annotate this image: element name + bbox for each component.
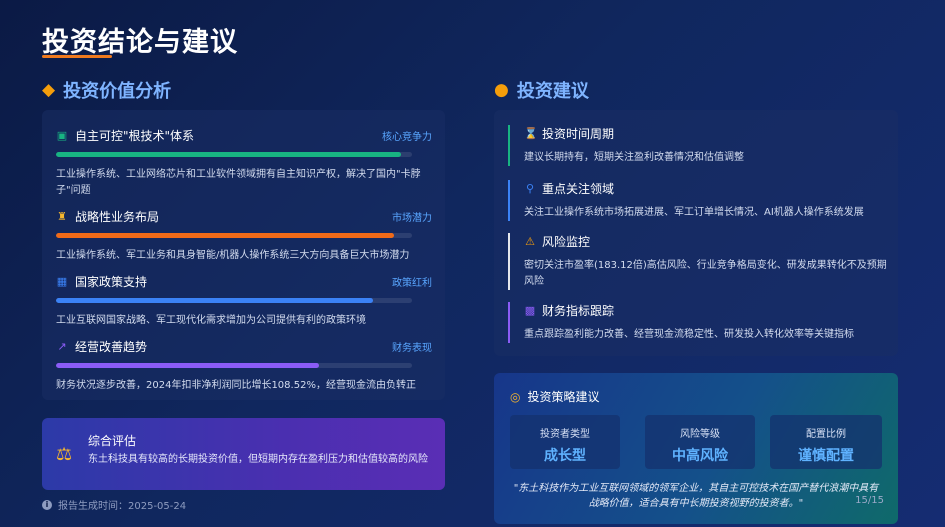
advice-item: ⌛ 投资时间周期 建议长期持有，短期关注盈利改善情况和估值调整: [508, 125, 888, 166]
overall-assessment-card: ⚖ 综合评估 东土科技具有较高的长期投资价值，但短期内存在盈利压力和估值较高的风…: [42, 418, 445, 490]
assessment-title: 综合评估: [88, 434, 137, 448]
section-title: 投资建议: [516, 81, 589, 102]
box-value: 谨慎配置: [798, 448, 854, 464]
advice-item: ⚠ 风险监控 密切关注市盈率(183.12倍)高估风险、行业竞争格局变化、研发成果…: [508, 233, 888, 290]
item-description: 工业操作系统、军工业务和具身智能/机器人操作系统三大方向具备巨大市场潜力: [56, 250, 410, 261]
lightbulb-icon: ●: [494, 80, 509, 100]
item-title: 经营改善趋势: [75, 340, 148, 354]
box-value: 成长型: [544, 448, 586, 464]
risk-level-box: 风险等级 中高风险: [645, 415, 755, 469]
item-title: 自主可控"根技术"体系: [75, 129, 195, 143]
progress-track: [56, 298, 412, 303]
progress-track: [56, 233, 412, 238]
gem-icon: ◆: [42, 80, 56, 100]
item-tag: 核心竞争力: [382, 132, 432, 143]
advice-description: 关注工业操作系统市场拓展进展、军工订单增长情况、AI机器人操作系统发展: [524, 207, 864, 218]
trend-chart-icon: ↗: [57, 340, 67, 353]
warning-icon: ⚠: [525, 235, 535, 248]
page-number: 15/15: [855, 495, 884, 506]
value-item: ▣ 自主可控"根技术"体系 核心竞争力 工业操作系统、工业网络芯片和工业软件领域拥…: [56, 127, 432, 199]
item-title: 战略性业务布局: [75, 210, 160, 224]
item-tag: 市场潜力: [392, 213, 432, 224]
progress-fill: [56, 363, 320, 368]
progress-track: [56, 363, 412, 368]
advice-title: 财务指标跟踪: [542, 304, 615, 318]
item-description: 工业操作系统、工业网络芯片和工业软件领域拥有自主知识产权，解决了国内"卡脖子"问…: [56, 169, 421, 196]
section-investment-advice: ● 投资建议: [494, 77, 589, 103]
advice-item: ▩ 财务指标跟踪 重点跟踪盈利能力改善、经营现金流稳定性、研发投入转化效率等关键指…: [508, 302, 888, 343]
bar-chart-icon: ▩: [524, 304, 536, 317]
item-tag: 财务表现: [392, 343, 432, 354]
chess-icon: ♜: [57, 210, 67, 223]
box-label: 配置比例: [806, 429, 846, 440]
progress-fill: [56, 152, 402, 157]
assessment-text: 东土科技具有较高的长期投资价值，但短期内存在盈利压力和估值较高的风险: [88, 454, 428, 465]
value-item: ♜ 战略性业务布局 市场潜力 工业操作系统、军工业务和具身智能/机器人操作系统三大…: [56, 208, 432, 264]
advice-description: 建议长期持有，短期关注盈利改善情况和估值调整: [524, 152, 744, 163]
chip-icon: ▣: [56, 129, 68, 142]
strategy-card: ◎ 投资策略建议 投资者类型 成长型 风险等级 中高风险 配置比例 谨慎配置 "东…: [494, 373, 898, 524]
box-value: 中高风险: [672, 448, 728, 464]
advice-item: ⚲ 重点关注领域 关注工业操作系统市场拓展进展、军工订单增长情况、AI机器人操作系…: [508, 180, 888, 221]
progress-fill: [56, 298, 373, 303]
value-item: ▦ 国家政策支持 政策红利 工业互联网国家战略、军工现代化需求增加为公司提供有利的…: [56, 273, 432, 329]
allocation-box: 配置比例 谨慎配置: [770, 415, 882, 469]
item-description: 工业互联网国家战略、军工现代化需求增加为公司提供有利的政策环境: [56, 315, 366, 326]
value-item: ↗ 经营改善趋势 财务表现 财务状况逐步改善，2024年扣非净利润同比增长108.…: [56, 338, 432, 394]
footer-date: 2025-05-24: [128, 501, 187, 512]
advice-title: 风险监控: [542, 235, 591, 249]
strategy-quote: "东土科技作为工业互联网领域的领军企业，其自主可控技术在国产替代浪潮中具有战略价…: [513, 483, 879, 509]
document-icon: ▦: [56, 275, 68, 288]
hourglass-icon: ⌛: [524, 127, 538, 140]
item-tag: 政策红利: [392, 278, 432, 289]
search-icon: ⚲: [525, 182, 535, 195]
item-title: 国家政策支持: [75, 275, 148, 289]
investor-type-box: 投资者类型 成长型: [510, 415, 620, 469]
advice-description: 密切关注市盈率(183.12倍)高估风险、行业竞争格局变化、研发成果转化不及预期…: [524, 260, 887, 287]
advice-title: 重点关注领域: [542, 182, 615, 196]
page-title: 投资结论与建议: [42, 27, 238, 58]
progress-fill: [56, 233, 395, 238]
item-description: 财务状况逐步改善，2024年扣非净利润同比增长108.52%，经营现金流由负转正: [56, 380, 416, 391]
progress-track: [56, 152, 412, 157]
box-label: 风险等级: [680, 429, 720, 440]
info-icon: i: [42, 499, 52, 510]
section-title: 投资价值分析: [63, 81, 172, 102]
section-investment-value: ◆ 投资价值分析: [42, 77, 171, 103]
box-label: 投资者类型: [540, 429, 590, 440]
advice-title: 投资时间周期: [542, 127, 615, 141]
title-underline: [42, 55, 112, 58]
target-icon: ◎: [510, 389, 521, 404]
footer-label: 报告生成时间：: [58, 501, 128, 512]
report-generated-time: i 报告生成时间：2025-05-24: [42, 497, 186, 512]
scale-icon: ⚖: [56, 444, 73, 465]
advice-description: 重点跟踪盈利能力改善、经营现金流稳定性、研发投入转化效率等关键指标: [524, 329, 854, 340]
strategy-title: 投资策略建议: [527, 390, 600, 404]
